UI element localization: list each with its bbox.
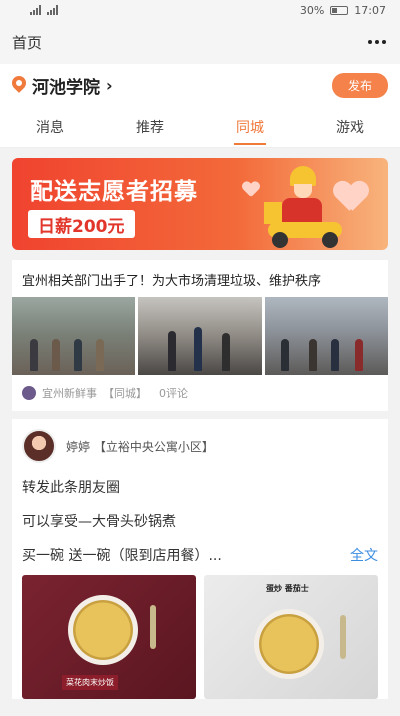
news-image[interactable] xyxy=(264,297,388,375)
banner-pay: 日薪200元 xyxy=(28,210,135,238)
news-title: 宜州相关部门出手了！为大市场清理垃圾、维护秩序 xyxy=(22,274,322,289)
full-text-link[interactable]: 全文 xyxy=(350,545,378,565)
source-avatar xyxy=(22,386,36,400)
location-bar: 河池学院 › 发布 xyxy=(0,64,400,106)
post-image-title: 蛋炒 番茄士 xyxy=(266,584,309,593)
news-images xyxy=(12,297,388,375)
news-tag: 【同城】 xyxy=(103,387,147,400)
clock: 17:07 xyxy=(354,3,386,17)
news-source: 宜州新鲜事 xyxy=(42,387,97,400)
chevron-right-icon: › xyxy=(106,75,113,95)
battery-percent: 30% xyxy=(299,3,325,17)
location-name: 河池学院 xyxy=(32,77,100,98)
signal-indicators xyxy=(30,5,58,15)
tab-bar: 消息 推荐 同城 游戏 xyxy=(0,106,400,148)
heart-icon xyxy=(242,182,260,198)
battery-icon xyxy=(330,5,349,15)
post-user: 婷婷 【立裕中央公寓小区】 xyxy=(66,438,214,455)
post-header: 婷婷 【立裕中央公寓小区】 xyxy=(22,429,378,463)
banner-title: 配送志愿者招募 xyxy=(30,179,198,205)
status-right: 30% 17:07 xyxy=(300,4,386,17)
post-text-last-row: 买一碗 送一碗（限到店用餐）... 全文 xyxy=(22,545,378,565)
tab-local[interactable]: 同城 xyxy=(226,109,274,145)
tab-games[interactable]: 游戏 xyxy=(326,109,374,145)
more-options-icon[interactable] xyxy=(368,40,386,44)
recruit-banner[interactable]: 配送志愿者招募 日薪200元 xyxy=(12,158,388,250)
comment-count: 0评论 xyxy=(159,387,188,400)
post-username: 婷婷 xyxy=(66,439,91,454)
post-card[interactable]: 婷婷 【立裕中央公寓小区】 转发此条朋友圈 可以享受—大骨头砂锅煮 买一碗 送一… xyxy=(12,419,388,699)
post-text-line: 买一碗 送一碗（限到店用餐）... xyxy=(22,548,222,564)
status-bar: 30% 17:07 xyxy=(0,0,400,20)
feed: 配送志愿者招募 日薪200元 宜州相关部门出手了！为大市场清理垃圾、维护秩序 宜… xyxy=(0,148,400,699)
post-image[interactable]: 菜花肉末炒饭 xyxy=(22,575,196,699)
top-bar: 首页 xyxy=(0,20,400,64)
page-title: 首页 xyxy=(12,33,43,52)
avatar[interactable] xyxy=(22,429,56,463)
location-pin-icon xyxy=(12,76,26,94)
location-selector[interactable]: 河池学院 › xyxy=(12,73,113,98)
news-meta: 宜州新鲜事 【同城】 0评论 xyxy=(12,375,388,401)
news-image[interactable] xyxy=(12,297,136,375)
post-image[interactable]: 蛋炒 番茄士 xyxy=(204,575,378,699)
signal-icon xyxy=(30,5,41,15)
post-place: 【立裕中央公寓小区】 xyxy=(93,439,214,454)
tab-messages[interactable]: 消息 xyxy=(26,109,74,145)
tab-recommend[interactable]: 推荐 xyxy=(126,109,174,145)
news-image[interactable] xyxy=(138,297,262,375)
post-text-line: 转发此条朋友圈 xyxy=(22,480,120,496)
signal-icon-2 xyxy=(47,5,58,15)
post-image-label: 菜花肉末炒饭 xyxy=(62,675,118,690)
post-images: 菜花肉末炒饭 蛋炒 番茄士 xyxy=(22,575,378,699)
news-card[interactable]: 宜州相关部门出手了！为大市场清理垃圾、维护秩序 宜州新鲜事 【同城】 0评论 xyxy=(12,260,388,411)
delivery-rider-illustration xyxy=(264,166,348,248)
publish-button[interactable]: 发布 xyxy=(331,72,388,98)
post-text-line: 可以享受—大骨头砂锅煮 xyxy=(22,514,176,530)
